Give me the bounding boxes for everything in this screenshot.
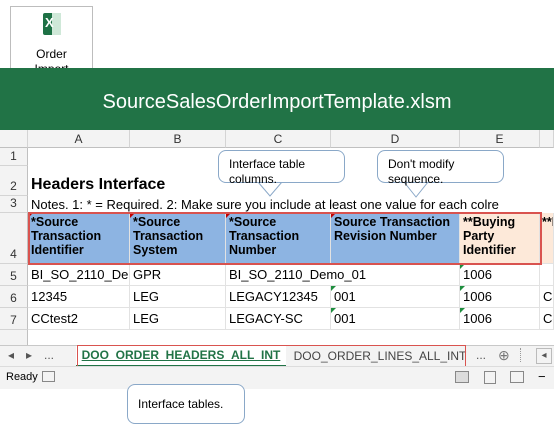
tab-scroll-right-icon[interactable]: ▸ [26,348,32,362]
zoom-out-button[interactable]: − [538,369,546,384]
tab-more-right-button[interactable]: ... [476,348,486,362]
tab-splitter[interactable] [520,348,522,362]
macro-record-icon[interactable] [42,371,55,382]
status-bar: Ready − [0,366,554,389]
normal-view-icon[interactable] [455,371,469,383]
tabs-highlight-box [77,345,466,368]
callout-interface-table-columns: Interface table columns. [218,150,345,186]
add-sheet-icon[interactable]: ⊕ [498,347,510,364]
page-break-view-icon[interactable] [510,371,524,383]
page-layout-view-icon[interactable] [484,371,496,384]
tab-more-left-button[interactable]: ... [44,348,54,362]
tab-scroll-left-icon[interactable]: ◂ [8,348,14,362]
callout-dont-modify-sequence: Don't modify sequence. [377,150,504,186]
horizontal-scroll-left-icon[interactable]: ◂ [536,348,552,364]
status-ready: Ready [6,371,38,383]
callout-interface-tables: Interface tables. [127,384,245,424]
